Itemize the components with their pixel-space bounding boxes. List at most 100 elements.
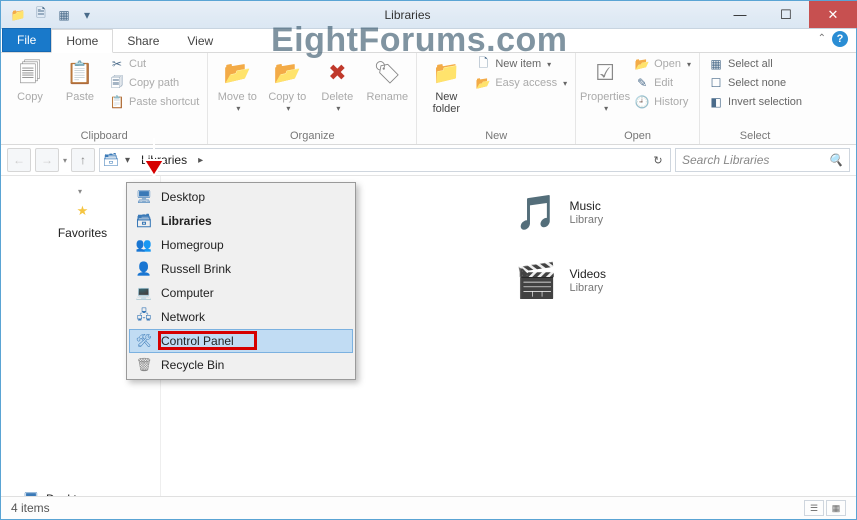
ribbon: 🗐 Copy 📋 Paste ✂Cut 🗐Copy path 📋Paste sh… [1,53,856,145]
folder-icon[interactable]: 📁 [7,5,29,25]
group-clipboard: 🗐 Copy 📋 Paste ✂Cut 🗐Copy path 📋Paste sh… [1,53,208,144]
delete-button[interactable]: ✖Delete [312,55,362,114]
library-videos[interactable]: 🎬 VideosLibrary [514,258,845,304]
dropdown-user[interactable]: 👤Russell Brink [129,257,353,281]
copy-path-button[interactable]: 🗐Copy path [105,74,203,92]
paste-button[interactable]: 📋 Paste [55,55,105,103]
tab-file[interactable]: File [2,28,51,52]
up-button[interactable]: ↑ [71,148,95,172]
qat-dropdown-icon[interactable]: ▾ [76,5,98,25]
group-label: Select [704,130,806,144]
title-bar: 📁 🗎 ▦ ▾ Libraries — ☐ ✕ [1,1,856,29]
rename-icon: 🏷 [371,57,403,89]
group-label: Organize [212,130,412,144]
music-icon: 🎵 [514,190,560,236]
status-bar: 4 items ☰ ▦ [1,496,856,519]
dropdown-homegroup[interactable]: 👥Homegroup [129,233,353,257]
homegroup-icon: 👥 [135,236,153,254]
group-label: Open [580,130,695,144]
desktop-icon: 🖥 [135,188,153,206]
window-buttons: — ☐ ✕ [717,1,857,28]
address-bar[interactable]: 🗃 ▾ Libraries ▸ ↻ [99,148,671,172]
forward-button[interactable]: → [35,148,59,172]
paste-shortcut-button[interactable]: 📋Paste shortcut [105,93,203,111]
history-button[interactable]: 🕘History [630,93,695,111]
new-item-icon: 🗋 [475,56,491,72]
paste-icon: 📋 [64,57,96,89]
invert-selection-icon: ◧ [708,94,724,110]
breadcrumb-root-dropdown[interactable]: ▾ [120,155,135,166]
history-icon: 🕘 [634,94,650,110]
edit-button[interactable]: ✎Edit [630,74,695,92]
window-title: Libraries [98,8,717,22]
move-to-button[interactable]: 📂Move to [212,55,262,114]
refresh-button[interactable]: ↻ [646,154,670,167]
properties-icon: ☑ [589,57,621,89]
dropdown-libraries[interactable]: 🗃Libraries [129,209,353,233]
open-button[interactable]: 📂Open [630,55,695,73]
group-organize: 📂Move to 📂Copy to ✖Delete 🏷Rename Organi… [208,53,417,144]
open-icon: 📂 [634,56,650,72]
collapse-ribbon-icon[interactable]: ⌃ [818,33,826,44]
rename-button[interactable]: 🏷Rename [362,55,412,103]
search-input[interactable]: Search Libraries 🔍 [675,148,850,172]
back-button[interactable]: ← [7,148,31,172]
properties-icon[interactable]: ▦ [53,5,75,25]
nav-desktop[interactable]: 🖥Desktop [1,488,160,496]
control-panel-icon: 🛠 [135,332,153,350]
group-new: 📁New folder 🗋New item 📂Easy access New [417,53,576,144]
new-item-button[interactable]: 🗋New item [471,55,571,73]
location-icon[interactable]: 🗃 [102,151,120,169]
search-icon: 🔍 [828,153,843,167]
dropdown-control-panel[interactable]: 🛠 Control Panel [129,329,353,353]
copy-to-button[interactable]: 📂Copy to [262,55,312,114]
edit-icon: ✎ [634,75,650,91]
select-all-button[interactable]: ▦Select all [704,55,806,73]
maximize-button[interactable]: ☐ [763,1,809,28]
tab-share[interactable]: Share [113,30,173,52]
new-doc-icon[interactable]: 🗎 [30,5,52,25]
delete-icon: ✖ [321,57,353,89]
group-label: New [421,130,571,144]
cut-button[interactable]: ✂Cut [105,55,203,73]
tab-home[interactable]: Home [51,29,113,53]
breadcrumb[interactable]: Libraries [135,153,193,167]
library-music[interactable]: 🎵 MusicLibrary [514,190,845,236]
icons-view-button[interactable]: ▦ [826,500,846,516]
star-icon: ★ [75,203,91,219]
group-select: ▦Select all ☐Select none ◧Invert selecti… [700,53,810,144]
easy-access-icon: 📂 [475,75,491,91]
minimize-button[interactable]: — [717,1,763,28]
close-button[interactable]: ✕ [809,1,857,28]
network-icon: 🖧 [135,308,153,326]
new-folder-button[interactable]: 📁New folder [421,55,471,115]
computer-icon: 💻 [135,284,153,302]
recycle-bin-icon: 🗑 [135,356,153,374]
address-bar-dropdown: 🖥Desktop 🗃Libraries 👥Homegroup 👤Russell … [126,182,356,380]
help-icon[interactable]: ? [832,31,848,47]
libraries-icon: 🗃 [135,212,153,230]
new-folder-icon: 📁 [430,57,462,89]
desktop-icon: 🖥 [23,491,39,496]
cut-icon: ✂ [109,56,125,72]
copy-button[interactable]: 🗐 Copy [5,55,55,103]
dropdown-network[interactable]: 🖧Network [129,305,353,329]
user-icon: 👤 [135,260,153,278]
properties-button[interactable]: ☑Properties [580,55,630,114]
ribbon-tabs: File Home Share View ⌃ ? [1,29,856,53]
details-view-button[interactable]: ☰ [804,500,824,516]
recent-locations-dropdown[interactable]: ▾ [63,156,67,165]
select-none-icon: ☐ [708,75,724,91]
select-none-button[interactable]: ☐Select none [704,74,806,92]
navigation-bar: ← → ▾ ↑ 🗃 ▾ Libraries ▸ ↻ Search Librari… [1,145,856,176]
dropdown-recycle-bin[interactable]: 🗑Recycle Bin [129,353,353,377]
group-label: Clipboard [5,130,203,144]
easy-access-button[interactable]: 📂Easy access [471,74,571,92]
dropdown-desktop[interactable]: 🖥Desktop [129,185,353,209]
copy-to-icon: 📂 [271,57,303,89]
status-item-count: 4 items [11,501,50,515]
invert-selection-button[interactable]: ◧Invert selection [704,93,806,111]
tab-view[interactable]: View [173,30,227,52]
chevron-right-icon[interactable]: ▸ [193,155,208,166]
dropdown-computer[interactable]: 💻Computer [129,281,353,305]
